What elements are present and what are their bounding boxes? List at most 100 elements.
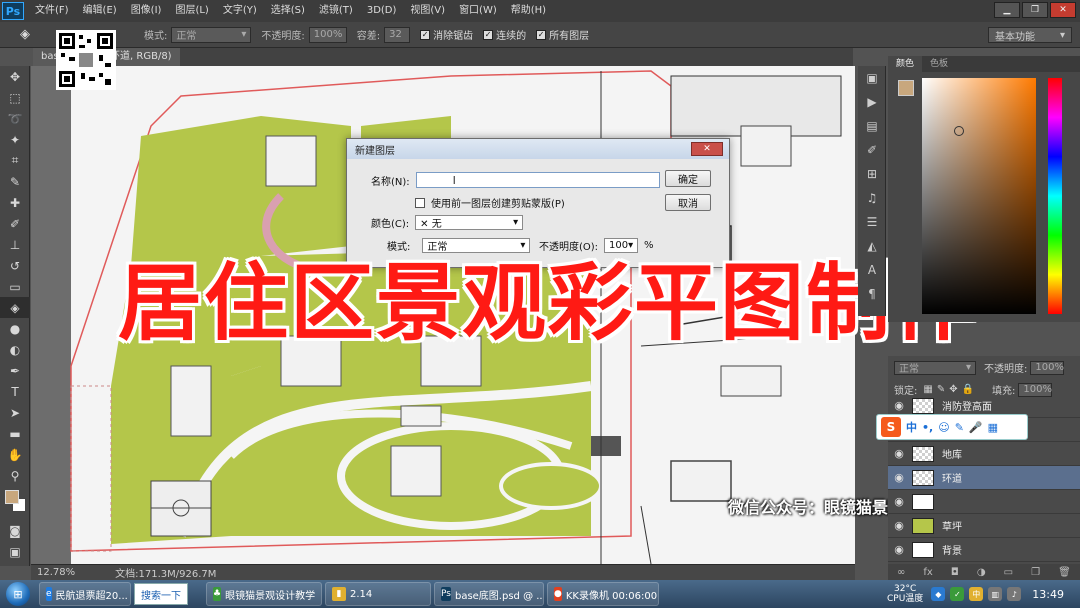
opacity-input[interactable]: 100% xyxy=(308,26,347,43)
new-layer-icon[interactable]: ❐ xyxy=(1031,567,1040,578)
dodge-tool-icon[interactable]: ◐ xyxy=(0,339,30,360)
healing-tool-icon[interactable]: ✚ xyxy=(0,192,30,213)
tray-shield-icon[interactable]: ✓ xyxy=(950,587,965,601)
zoom-level[interactable]: 12.78% xyxy=(37,567,75,578)
color-swatches[interactable] xyxy=(0,486,30,520)
toolbox-icon[interactable]: ▦ xyxy=(988,421,998,434)
antialias-checkbox[interactable]: ✓ 消除锯齿 xyxy=(420,27,473,42)
menu-image[interactable]: 图像(I) xyxy=(124,0,169,22)
eye-icon[interactable]: ◉ xyxy=(888,447,910,460)
emoji-icon[interactable]: ☺ xyxy=(938,421,949,434)
shape-tool-icon[interactable]: ▬ xyxy=(0,423,30,444)
layer-row-selected[interactable]: ◉ 环道 xyxy=(888,466,1080,490)
menu-edit[interactable]: 编辑(E) xyxy=(76,0,124,22)
taskbar-item-photoshop[interactable]: Ps base底图.psd @ ... xyxy=(434,582,544,606)
blend-mode-select[interactable]: 正常 ▾ xyxy=(894,360,976,375)
tray-app-icon[interactable]: ◆ xyxy=(931,587,946,601)
tolerance-input[interactable]: 32 xyxy=(384,26,411,43)
quick-mask-icon[interactable]: ◙ xyxy=(0,520,30,541)
lasso-tool-icon[interactable]: ➰ xyxy=(0,108,30,129)
menu-help[interactable]: 帮助(H) xyxy=(504,0,553,22)
tray-ime-icon[interactable]: 中 xyxy=(969,587,984,601)
menu-file[interactable]: 文件(F) xyxy=(28,0,76,22)
fx-icon[interactable]: fx xyxy=(923,567,932,578)
handwrite-icon[interactable]: ✎ xyxy=(955,421,964,434)
magic-wand-tool-icon[interactable]: ✦ xyxy=(0,129,30,150)
tray-network-icon[interactable]: ▥ xyxy=(988,587,1003,601)
taskbar-item-browser[interactable]: e 民航退票超20... xyxy=(39,582,131,606)
sogou-logo-icon[interactable]: S xyxy=(881,417,901,437)
layer-row[interactable]: ◉ xyxy=(888,490,1080,514)
minimize-button[interactable]: ▁ xyxy=(994,2,1020,18)
search-box[interactable]: 搜索一下 xyxy=(134,583,188,605)
menu-3d[interactable]: 3D(D) xyxy=(360,0,404,22)
punctuation-icon[interactable]: •, xyxy=(922,421,933,434)
menu-view[interactable]: 视图(V) xyxy=(403,0,452,22)
layer-row[interactable]: ◉ 地库 xyxy=(888,442,1080,466)
taskbar-item-recorder[interactable]: ● KK录像机 00:06:00 xyxy=(547,582,659,606)
voice-icon[interactable]: 🎤 xyxy=(969,421,983,434)
move-tool-icon[interactable]: ✥ xyxy=(0,66,30,87)
color-picker-marker[interactable] xyxy=(954,126,964,136)
foreground-color-swatch[interactable] xyxy=(5,490,19,504)
trash-icon[interactable]: 🗑 xyxy=(1058,567,1071,578)
menu-layer[interactable]: 图层(L) xyxy=(168,0,215,22)
tray-volume-icon[interactable]: ♪ xyxy=(1007,587,1022,601)
dialog-close-button[interactable]: ✕ xyxy=(691,142,723,156)
close-button[interactable]: ✕ xyxy=(1050,2,1076,18)
layer-row[interactable]: ◉ 草坪 xyxy=(888,514,1080,538)
character-panel-icon[interactable]: A xyxy=(858,258,886,282)
workspace-select[interactable]: 基本功能 ▾ xyxy=(988,27,1072,43)
clip-mask-checkbox[interactable] xyxy=(415,197,425,208)
panel-foreground-swatch[interactable] xyxy=(898,80,914,96)
menu-filter[interactable]: 滤镜(T) xyxy=(312,0,360,22)
color-picker-field[interactable] xyxy=(922,78,1036,314)
eye-icon[interactable]: ◉ xyxy=(888,399,910,412)
taskbar-item-wechat[interactable]: ♣ 眼镜猫景观设计教学 xyxy=(206,582,322,606)
path-select-tool-icon[interactable]: ➤ xyxy=(0,402,30,423)
screen-mode-icon[interactable]: ▣ xyxy=(0,541,30,562)
menu-select[interactable]: 选择(S) xyxy=(264,0,312,22)
history-panel-icon[interactable]: ▣ xyxy=(858,66,886,90)
start-button[interactable]: ⊞ xyxy=(0,580,36,608)
clone-source-icon[interactable]: ⊞ xyxy=(858,162,886,186)
chinese-mode-icon[interactable]: 中 xyxy=(906,419,917,435)
link-icon[interactable]: ∞ xyxy=(897,567,905,578)
layer-opacity-input[interactable]: 100% xyxy=(1030,360,1065,375)
restore-button[interactable]: ❐ xyxy=(1022,2,1048,18)
crop-tool-icon[interactable]: ⌗ xyxy=(0,150,30,171)
actions-panel-icon[interactable]: ▶ xyxy=(858,90,886,114)
contiguous-checkbox[interactable]: ✓ 连续的 xyxy=(483,27,526,42)
mask-icon[interactable]: ◘ xyxy=(951,567,959,578)
eye-icon[interactable]: ◉ xyxy=(888,495,910,508)
properties-panel-icon[interactable]: ☰ xyxy=(858,210,886,234)
layer-name-input[interactable]: I xyxy=(415,172,660,188)
ok-button[interactable]: 确定 xyxy=(665,170,711,187)
paragraph-panel-icon[interactable]: ¶ xyxy=(858,282,886,306)
brush-panel-icon[interactable]: ✐ xyxy=(858,138,886,162)
color-select[interactable]: ✕ 无 ▾ xyxy=(415,215,524,230)
menu-type[interactable]: 文字(Y) xyxy=(216,0,264,22)
paint-bucket-tool-icon[interactable]: ◈ xyxy=(0,297,30,318)
stamp-tool-icon[interactable]: ⊥ xyxy=(0,234,30,255)
eyedropper-tool-icon[interactable]: ✎ xyxy=(0,171,30,192)
zoom-tool-icon[interactable]: ⚲ xyxy=(0,465,30,486)
tab-color[interactable]: 颜色 xyxy=(888,56,923,72)
eye-icon[interactable]: ◉ xyxy=(888,471,910,484)
clip-mask-row[interactable]: 使用前一图层创建剪贴蒙版(P) xyxy=(415,195,565,210)
eye-icon[interactable]: ◉ xyxy=(888,543,910,556)
marquee-tool-icon[interactable]: ⬚ xyxy=(0,87,30,108)
mode-select[interactable]: 正常 ▾ xyxy=(171,26,252,43)
taskbar-item-folder[interactable]: ▮ 2.14 xyxy=(325,582,431,606)
brush-tool-icon[interactable]: ✐ xyxy=(0,213,30,234)
eraser-tool-icon[interactable]: ▭ xyxy=(0,276,30,297)
blur-tool-icon[interactable]: ● xyxy=(0,318,30,339)
paint-bucket-tool-icon[interactable]: ◈ xyxy=(12,24,38,46)
tab-swatches[interactable]: 色板 xyxy=(922,56,956,72)
cancel-button[interactable]: 取消 xyxy=(665,194,711,211)
info-panel-icon[interactable]: ▤ xyxy=(858,114,886,138)
taskbar-clock[interactable]: 13:49 xyxy=(1032,588,1064,601)
tool-presets-icon[interactable]: ♫ xyxy=(858,186,886,210)
hue-slider[interactable] xyxy=(1048,78,1062,314)
eye-icon[interactable]: ◉ xyxy=(888,519,910,532)
